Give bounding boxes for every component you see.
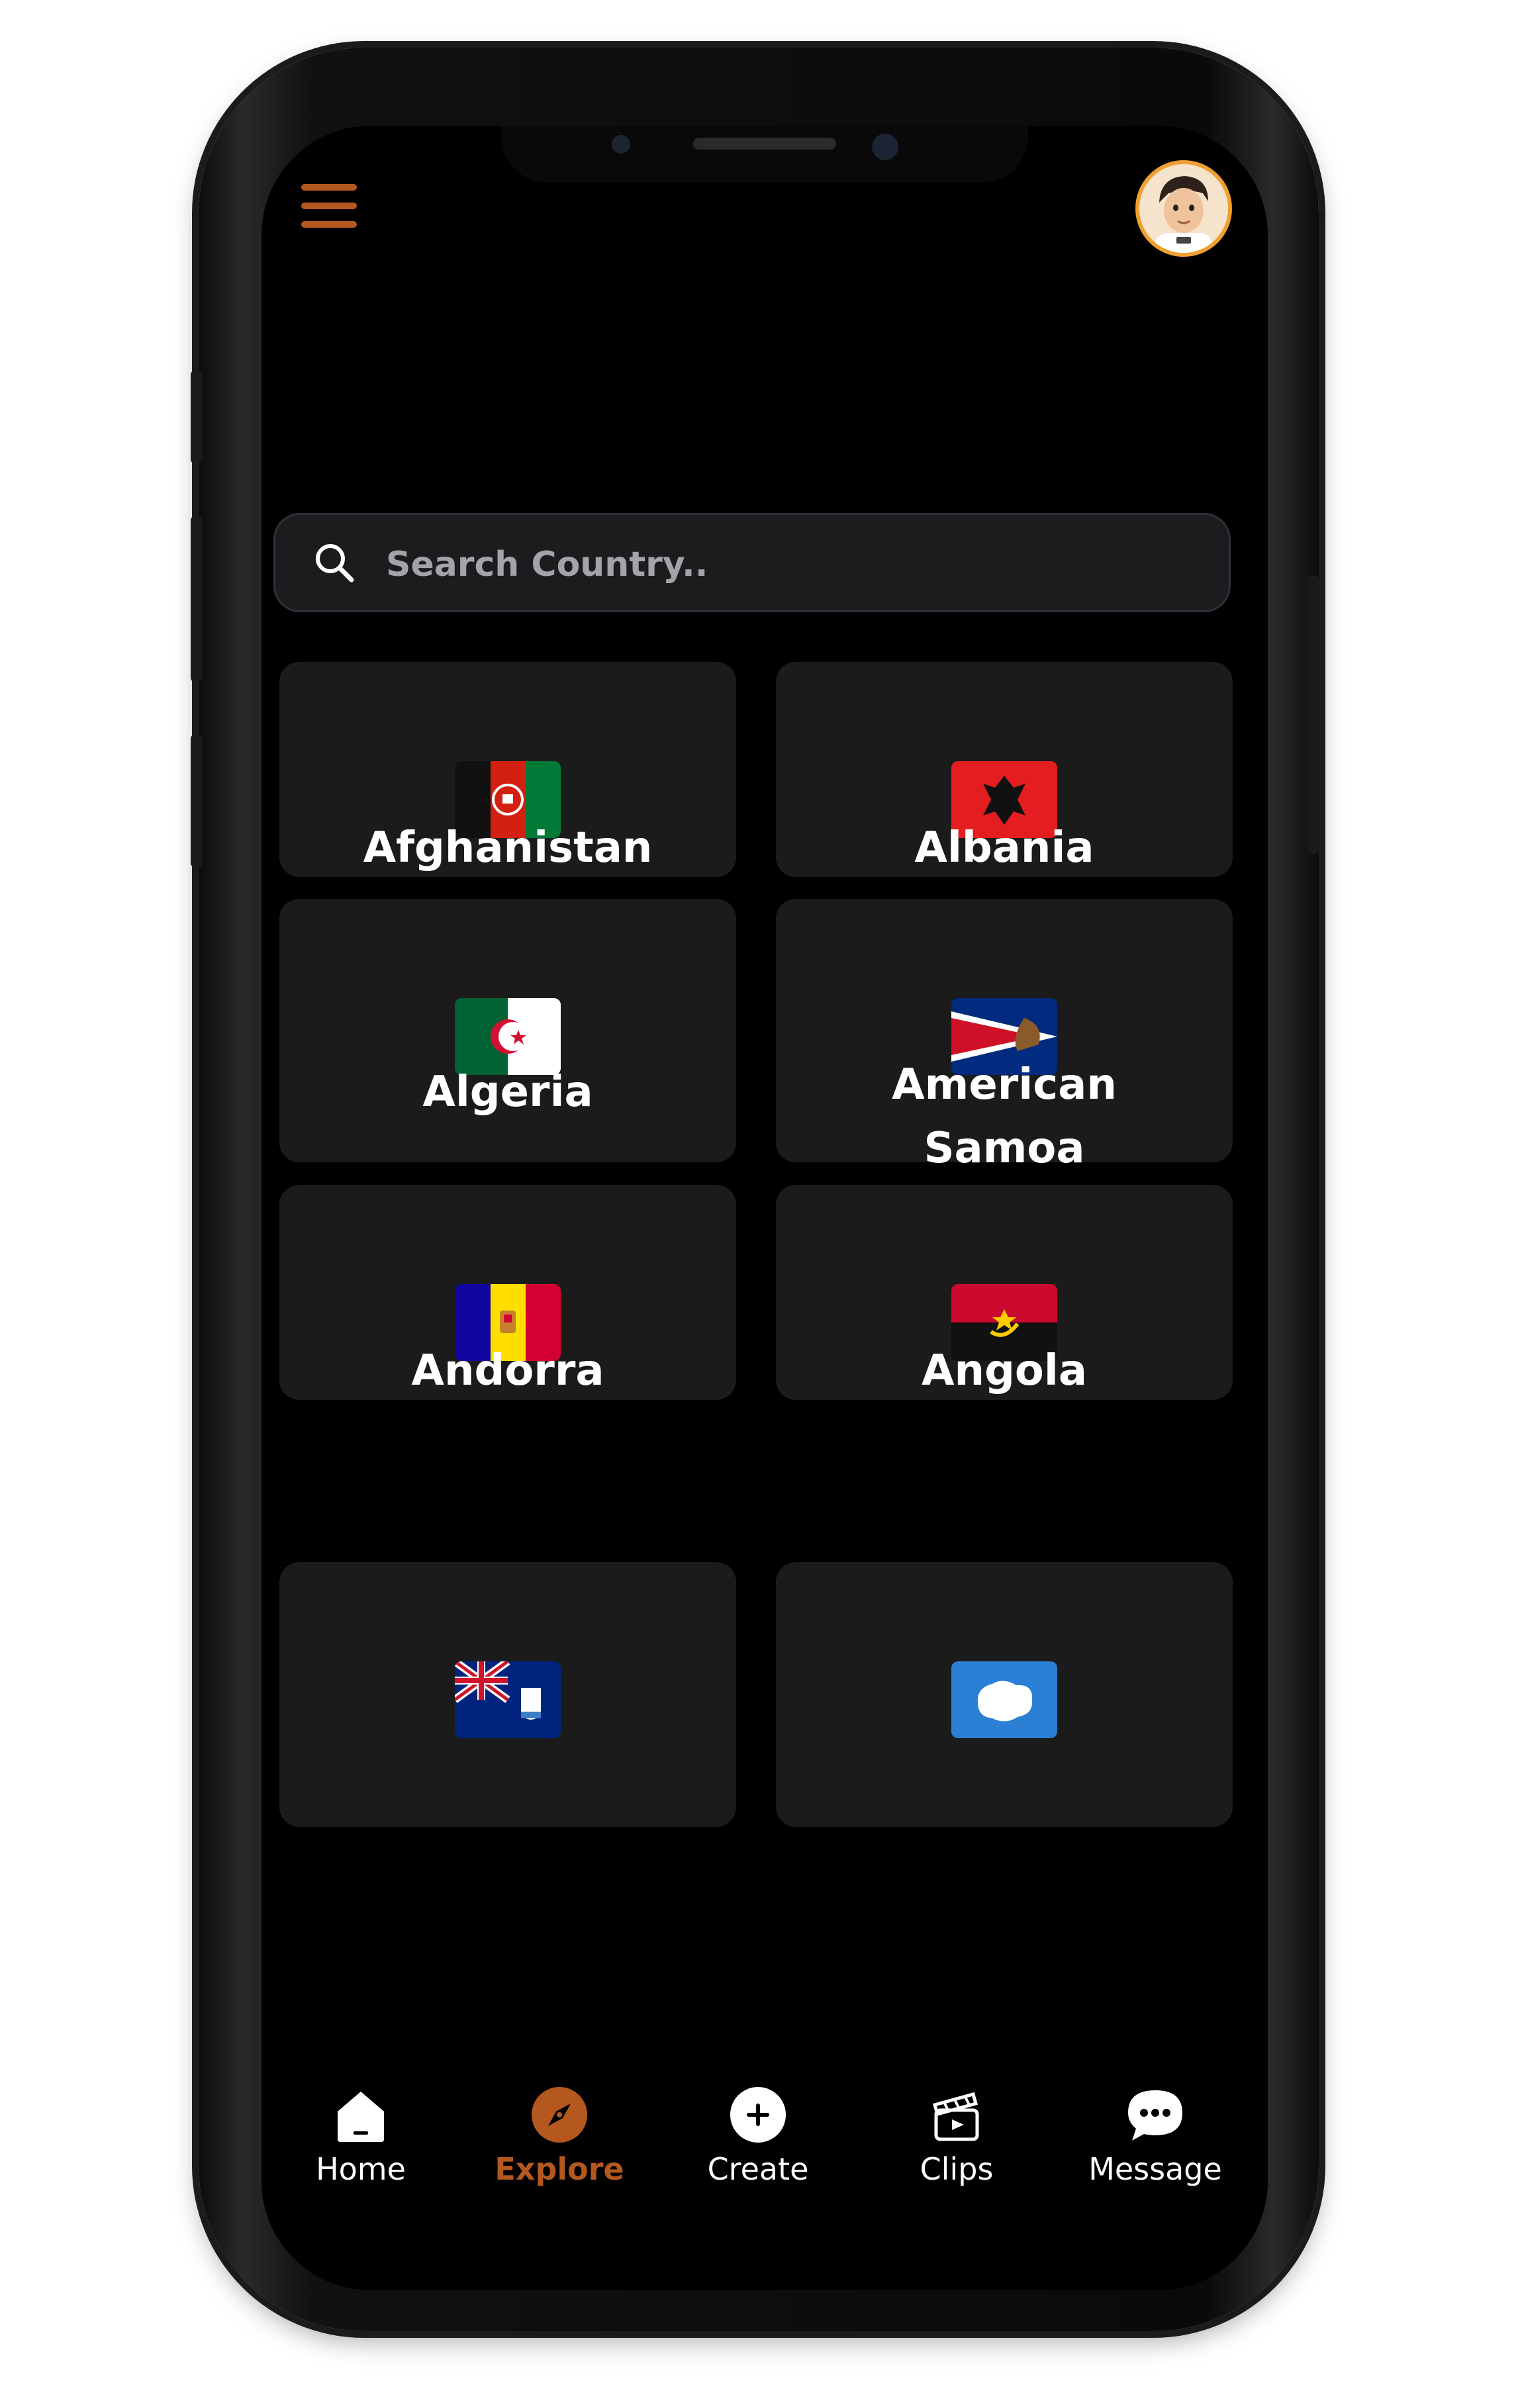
country-name: Albania — [914, 823, 1094, 872]
phone-notch — [501, 126, 1028, 183]
search-country-input[interactable] — [385, 531, 1195, 598]
country-name: Andorra — [411, 1346, 604, 1395]
sensor-dot — [612, 135, 630, 154]
phone-button-volume-down — [191, 735, 203, 867]
phone-button-power — [1307, 576, 1319, 854]
country-card-andorra[interactable]: Andorra — [279, 1185, 736, 1400]
front-camera — [872, 134, 898, 160]
chat-bubble-icon — [1128, 2090, 1182, 2141]
profile-avatar[interactable] — [1135, 160, 1232, 257]
country-card-angola[interactable]: Angola — [776, 1185, 1233, 1400]
tab-label: Create — [707, 2151, 809, 2187]
phone-screen: Afghanistan Albania Algeria American Sam… — [261, 126, 1268, 2290]
plus-circle-icon — [730, 2087, 786, 2143]
tab-message[interactable]: Message — [1056, 2059, 1255, 2204]
country-name: Algeria — [422, 1068, 593, 1117]
search-icon — [316, 544, 354, 582]
hamburger-menu-icon[interactable] — [301, 184, 357, 228]
tab-label: Message — [1088, 2151, 1222, 2187]
clapperboard-icon — [932, 2092, 979, 2141]
tab-explore[interactable]: Explore — [460, 2059, 659, 2204]
phone-button-silent — [191, 371, 203, 463]
speaker-grille — [693, 138, 836, 150]
tab-home[interactable]: Home — [261, 2059, 460, 2204]
tab-label: Explore — [495, 2151, 624, 2187]
country-card-albania[interactable]: Albania — [776, 662, 1233, 877]
home-icon — [338, 2092, 384, 2142]
phone-button-volume-up — [191, 516, 203, 682]
country-card-algeria[interactable]: Algeria — [279, 899, 736, 1162]
country-card-anguilla[interactable] — [279, 1562, 736, 1827]
country-card-afghanistan[interactable]: Afghanistan — [279, 662, 736, 877]
compass-icon — [532, 2087, 587, 2143]
country-card-antarctica[interactable] — [776, 1562, 1233, 1827]
bottom-tab-bar: Home Explore Create Clips Message — [261, 2059, 1268, 2290]
search-bar — [273, 513, 1231, 612]
country-name: American Samoa — [892, 1060, 1117, 1174]
country-name: Angola — [922, 1346, 1087, 1395]
flag-antarctica-icon — [951, 1661, 1057, 1738]
tab-clips[interactable]: Clips — [857, 2059, 1056, 2204]
tab-create[interactable]: Create — [659, 2059, 857, 2204]
tab-label: Home — [316, 2151, 406, 2187]
country-card-american-samoa[interactable]: American Samoa — [776, 899, 1233, 1173]
tab-label: Clips — [920, 2151, 994, 2187]
country-name: Afghanistan — [363, 823, 653, 872]
flag-anguilla-icon — [455, 1661, 561, 1738]
